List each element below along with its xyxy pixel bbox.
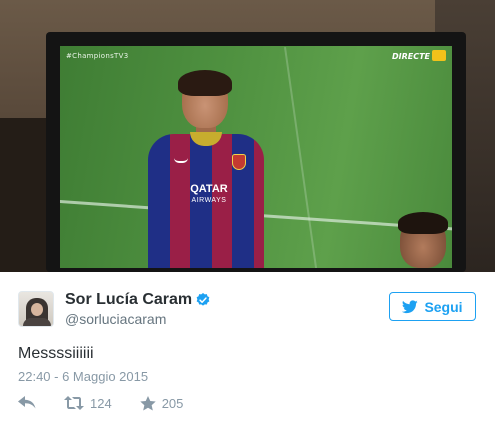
like-count: 205: [161, 395, 184, 411]
live-overlay-text: DIRECTE: [391, 52, 430, 61]
reply-icon: [18, 396, 36, 409]
channel-overlay-text: #ChampionsTV3: [66, 52, 129, 60]
tweet-card: Sor Lucía Caram @sorluciacaram Segui Mes…: [0, 272, 495, 425]
shirt-sponsor-main: QATAR: [190, 183, 228, 195]
tweet-photo[interactable]: #ChampionsTV3 DIRECTE QATAR AIRWAYS: [0, 0, 495, 272]
television-screen: #ChampionsTV3 DIRECTE QATAR AIRWAYS: [60, 46, 452, 268]
retweet-icon: [64, 396, 84, 410]
shirt-sponsor-sub: AIRWAYS: [191, 197, 227, 204]
shirt-sponsor: QATAR AIRWAYS: [174, 184, 244, 206]
verified-badge-icon: [196, 293, 210, 306]
retweet-count: 124: [90, 395, 112, 411]
tweet-actions: 124 205: [18, 394, 211, 412]
author-handle[interactable]: @sorluciacaram: [65, 311, 166, 327]
shelf-background: [0, 118, 50, 272]
club-crest-icon: [232, 154, 246, 170]
like-button[interactable]: 205: [140, 395, 184, 411]
player-figure: QATAR AIRWAYS: [144, 70, 274, 268]
tweet-text: Messssiiiiii: [18, 345, 94, 362]
reply-button[interactable]: [18, 396, 36, 410]
star-icon: [140, 395, 156, 411]
second-player-hair: [398, 212, 448, 234]
avatar[interactable]: [18, 291, 54, 327]
follow-button[interactable]: Segui: [389, 292, 476, 321]
player-hair: [178, 70, 232, 96]
twitter-bird-icon: [402, 299, 419, 313]
follow-button-label: Segui: [424, 298, 463, 315]
author-name[interactable]: Sor Lucía Caram: [65, 291, 192, 309]
retweet-button[interactable]: 124: [64, 396, 112, 411]
avatar-body: [23, 318, 51, 326]
tweet-timestamp[interactable]: 22:40 - 6 Maggio 2015: [18, 369, 148, 384]
channel-logo-badge: [432, 50, 446, 61]
pitch-line: [284, 46, 318, 268]
avatar-face: [31, 303, 43, 316]
